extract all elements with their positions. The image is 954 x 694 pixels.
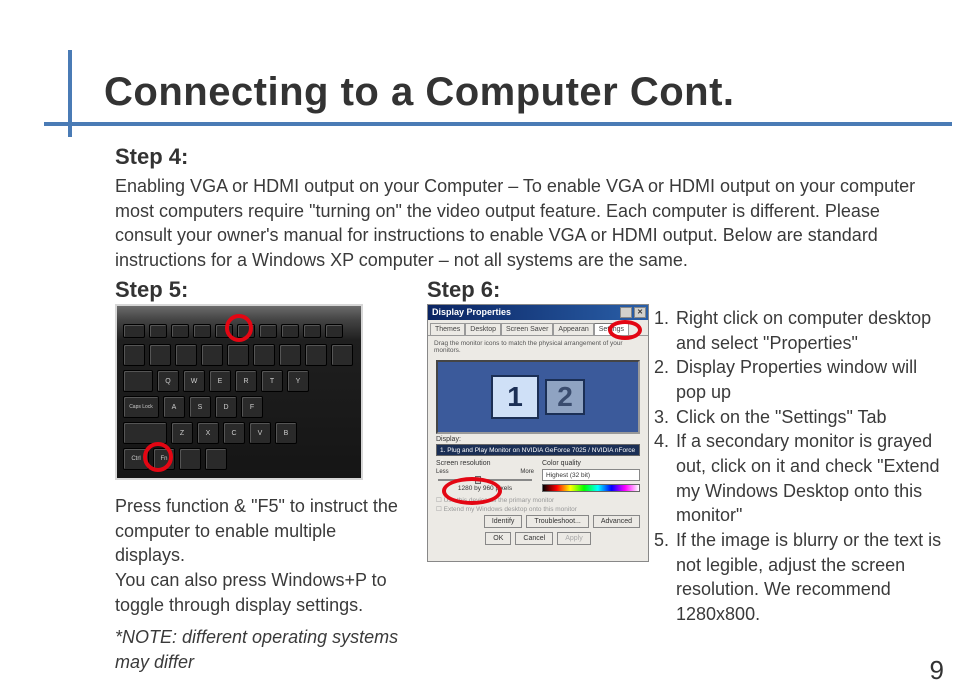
color-quality-group: Color quality Highest (32 bit) <box>542 460 640 492</box>
list-item: 1.Right click on computer desktop and se… <box>654 306 946 355</box>
key-capslock: Caps Lock <box>123 396 159 418</box>
monitor-2-icon: 2 <box>545 379 585 415</box>
window-titlebar: Display Properties ✕ <box>428 305 648 320</box>
step4-heading: Step 4: <box>115 144 188 170</box>
step5-note: *NOTE: different operating systems may d… <box>115 625 405 674</box>
key-8 <box>331 344 353 366</box>
key-tab <box>123 370 153 392</box>
key-5 <box>253 344 275 366</box>
key-f: F <box>241 396 263 418</box>
highlight-resolution-circle <box>442 477 502 505</box>
screen-resolution-label: Screen resolution <box>436 460 534 467</box>
document-page: Connecting to a Computer Cont. Step 4: E… <box>0 0 954 694</box>
color-quality-bar <box>542 484 640 492</box>
key-v: V <box>249 422 271 444</box>
key-d: D <box>215 396 237 418</box>
step5-heading: Step 5: <box>115 277 188 303</box>
key-f3 <box>193 324 211 338</box>
page-number: 9 <box>930 655 944 686</box>
key-y: Y <box>287 370 309 392</box>
key-a: A <box>163 396 185 418</box>
color-quality-dropdown: Highest (32 bit) <box>542 469 640 481</box>
identify-button: Identify <box>484 515 523 528</box>
key-shift <box>123 422 167 444</box>
monitor-arrangement-area: 1 2 <box>436 360 640 434</box>
window-title-text: Display Properties <box>432 307 511 317</box>
monitor-1-icon: 1 <box>491 375 539 419</box>
list-item: 5.If the image is blurry or the text is … <box>654 528 946 627</box>
list-item: 2.Display Properties window will pop up <box>654 355 946 404</box>
key-f7 <box>281 324 299 338</box>
step6-instructions-list: 1.Right click on computer desktop and se… <box>654 306 946 627</box>
key-f1 <box>149 324 167 338</box>
display-properties-window: Display Properties ✕ Themes Desktop Scre… <box>427 304 649 562</box>
key-r: R <box>235 370 257 392</box>
key-f9 <box>325 324 343 338</box>
troubleshoot-button: Troubleshoot... <box>526 515 588 528</box>
highlight-settings-tab-circle <box>608 320 642 340</box>
key-7 <box>305 344 327 366</box>
display-dropdown: 1. Plug and Play Monitor on NVIDIA GeFor… <box>436 444 640 456</box>
apply-button: Apply <box>557 532 591 545</box>
list-item: 3.Click on the "Settings" Tab <box>654 405 946 430</box>
key-win <box>179 448 201 470</box>
key-3 <box>201 344 223 366</box>
page-title: Connecting to a Computer Cont. <box>104 70 735 115</box>
key-q: Q <box>157 370 179 392</box>
key-alt <box>205 448 227 470</box>
title-horizontal-rule <box>44 122 952 126</box>
tab-desktop: Desktop <box>465 323 501 335</box>
key-4 <box>227 344 249 366</box>
tab-themes: Themes <box>430 323 465 335</box>
tab-screensaver: Screen Saver <box>501 323 553 335</box>
key-f6 <box>259 324 277 338</box>
key-x: X <box>197 422 219 444</box>
key-6 <box>279 344 301 366</box>
highlight-fn-circle <box>143 442 173 472</box>
key-t: T <box>261 370 283 392</box>
key-esc <box>123 324 145 338</box>
check-extend-desktop: ☐ Extend my Windows desktop onto this mo… <box>436 505 640 513</box>
key-f8 <box>303 324 321 338</box>
step4-body: Enabling VGA or HDMI output on your Comp… <box>115 174 935 273</box>
advanced-button: Advanced <box>593 515 640 528</box>
window-close-icon: ✕ <box>634 307 646 318</box>
color-quality-label: Color quality <box>542 460 640 467</box>
key-f2 <box>171 324 189 338</box>
drag-instruction: Drag the monitor icons to match the phys… <box>428 336 648 358</box>
key-2 <box>175 344 197 366</box>
key-grave <box>123 344 145 366</box>
key-c: C <box>223 422 245 444</box>
key-1 <box>149 344 171 366</box>
keyboard-image: Q W E R T Y Caps Lock A S D F Z X C V B … <box>115 304 363 480</box>
cancel-button: Cancel <box>515 532 553 545</box>
ok-button: OK <box>485 532 511 545</box>
window-help-icon <box>620 307 632 318</box>
list-item: 4.If a secondary monitor is grayed out, … <box>654 429 946 528</box>
key-z: Z <box>171 422 193 444</box>
tab-appearance: Appearan <box>553 323 593 335</box>
step6-heading: Step 6: <box>427 277 500 303</box>
key-s: S <box>189 396 211 418</box>
key-w: W <box>183 370 205 392</box>
key-e: E <box>209 370 231 392</box>
highlight-f5-circle <box>225 314 253 342</box>
display-label: Display: <box>436 436 640 443</box>
step5-body: Press function & "F5" to instruct the co… <box>115 494 410 617</box>
key-b: B <box>275 422 297 444</box>
